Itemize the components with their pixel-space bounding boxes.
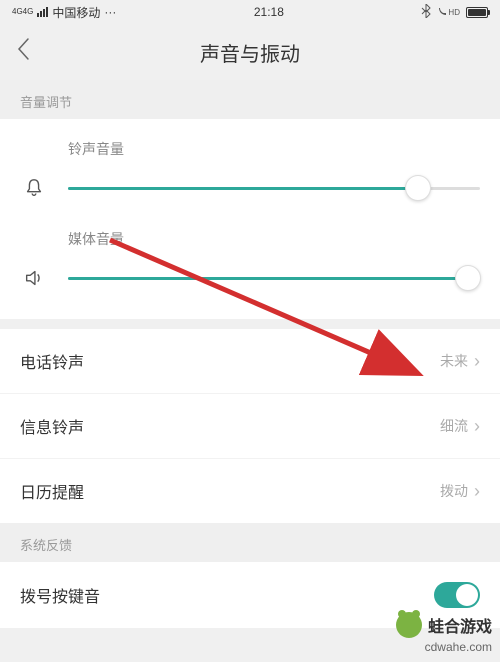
- frog-icon: [396, 612, 422, 638]
- status-left: 4G4G 中国移动 ···: [12, 4, 116, 21]
- calendar-alert-item[interactable]: 日历提醒 拨动 ›: [0, 459, 500, 523]
- bell-icon: [20, 177, 48, 199]
- media-volume-group: 媒体音量: [20, 229, 480, 289]
- message-ringtone-label: 信息铃声: [20, 414, 84, 438]
- page-title: 声音与振动: [200, 38, 300, 67]
- status-right: HD: [421, 4, 488, 21]
- back-button[interactable]: [16, 37, 30, 68]
- chevron-right-icon: ›: [474, 481, 480, 502]
- watermark-name: 蛙合游戏: [428, 613, 492, 637]
- status-time: 21:18: [254, 5, 284, 19]
- status-dots: ···: [104, 5, 116, 19]
- ringtone-volume-slider[interactable]: [68, 187, 480, 190]
- chevron-right-icon: ›: [474, 416, 480, 437]
- ringtone-volume-label: 铃声音量: [68, 139, 480, 159]
- hd-call-icon: HD: [437, 7, 460, 17]
- speaker-icon: [20, 267, 48, 289]
- watermark: 蛙合游戏 cdwahe.com: [396, 612, 492, 654]
- chevron-right-icon: ›: [474, 351, 480, 372]
- dialpad-sound-toggle[interactable]: [434, 582, 480, 608]
- bluetooth-icon: [421, 4, 431, 21]
- watermark-url: cdwahe.com: [396, 640, 492, 654]
- header: 声音与振动: [0, 24, 500, 80]
- signal-bars-icon: [37, 7, 48, 17]
- phone-ringtone-item[interactable]: 电话铃声 未来 ›: [0, 329, 500, 394]
- media-volume-label: 媒体音量: [68, 229, 480, 249]
- battery-icon: [466, 7, 488, 18]
- ringtone-list: 电话铃声 未来 › 信息铃声 细流 › 日历提醒 拨动 ›: [0, 329, 500, 523]
- message-ringtone-item[interactable]: 信息铃声 细流 ›: [0, 394, 500, 459]
- status-bar: 4G4G 中国移动 ··· 21:18 HD: [0, 0, 500, 24]
- phone-ringtone-value: 未来: [440, 351, 468, 371]
- calendar-alert-value: 拨动: [440, 481, 468, 501]
- section-header-volume: 音量调节: [0, 80, 500, 119]
- signal-4g-icon: 4G4G: [12, 8, 33, 16]
- section-header-feedback: 系统反馈: [0, 523, 500, 562]
- phone-ringtone-label: 电话铃声: [20, 349, 84, 373]
- carrier-label: 中国移动: [52, 4, 100, 21]
- ringtone-volume-group: 铃声音量: [20, 139, 480, 199]
- calendar-alert-label: 日历提醒: [20, 479, 84, 503]
- volume-panel: 铃声音量 媒体音量: [0, 119, 500, 319]
- media-volume-slider[interactable]: [68, 277, 480, 280]
- dialpad-sound-label: 拨号按键音: [20, 583, 100, 607]
- message-ringtone-value: 细流: [440, 416, 468, 436]
